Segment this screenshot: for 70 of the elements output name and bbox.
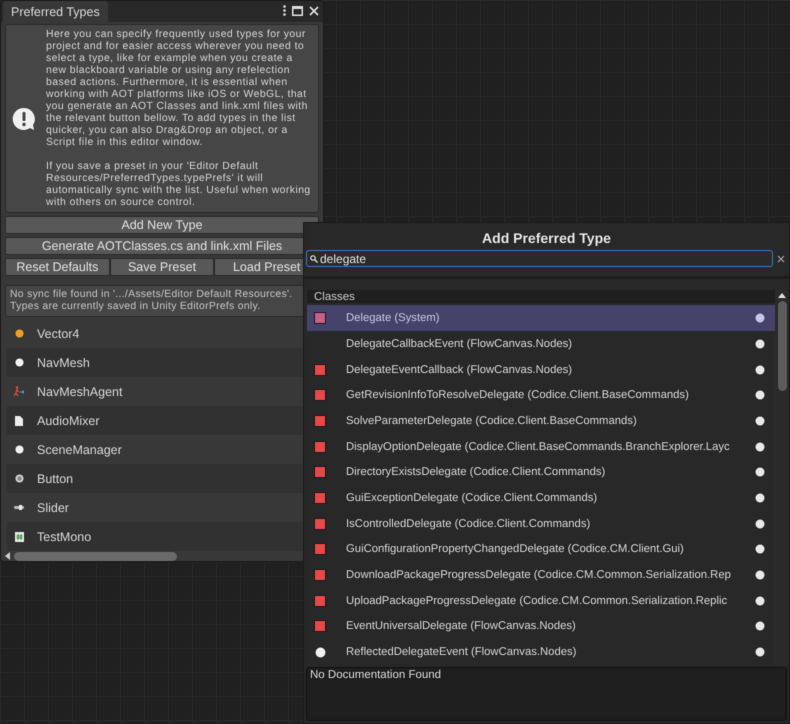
type-option[interactable]: Delegate (System) xyxy=(307,305,775,332)
type-row[interactable]: TestMono xyxy=(7,522,303,551)
dot-icon xyxy=(314,646,326,658)
type-row[interactable]: Button xyxy=(7,464,303,493)
type-row[interactable]: AudioMixer xyxy=(7,406,303,435)
help-text: If you save a preset in your 'Editor Default Resources/PreferredTypes.typePrefs' it will automatically sync with the list. Useful when working with others on source control. xyxy=(46,161,312,209)
type-option[interactable]: DelegateCallbackEvent (FlowCanvas.Nodes) xyxy=(307,331,775,357)
popup-title: Add Preferred Type xyxy=(481,229,612,248)
scrollbar-thumb[interactable] xyxy=(14,552,177,560)
type-option[interactable]: UploadPackageProgressDelegate (Codice.CM.Common.Serialization.Replic xyxy=(307,588,775,614)
type-option[interactable]: DownloadPackageProgressDelegate (Codice.CM.Common.Serialization.Rep xyxy=(307,562,775,588)
dot-icon xyxy=(755,493,765,504)
warning-icon xyxy=(12,107,36,131)
scroll-left-icon[interactable] xyxy=(5,552,10,560)
dot-icon xyxy=(755,621,765,632)
dot-icon xyxy=(755,596,765,606)
slider-icon xyxy=(14,505,24,510)
dot-icon xyxy=(755,390,765,400)
type-row[interactable]: NavMesh xyxy=(7,348,303,377)
type-name: Vector4 xyxy=(37,326,80,340)
dot-icon xyxy=(14,358,24,367)
type-name: Slider xyxy=(37,500,69,514)
figure-icon xyxy=(14,386,24,397)
close-icon[interactable] xyxy=(309,6,319,16)
dot-icon xyxy=(755,647,765,658)
dot-icon xyxy=(755,338,765,349)
maximize-icon[interactable] xyxy=(292,6,303,16)
type-name: NavMeshAgent xyxy=(37,384,122,398)
action-button[interactable]: Add New Type xyxy=(5,216,319,234)
search-icon xyxy=(310,254,318,262)
help-text: Here you can specify frequently used types for your project and for easier access wherever you need to select a type, like for example when you create a new blackboard variable or using any refelection based actions. Furthermore, it is essential when working with AOT platforms like iOS or WebGL, that you generate an AOT Classes and link.xml files with the relevant button bellow. To add types in the list quicker, you can also Drag&Drop an object, or a Script file in this editor window. xyxy=(46,29,309,149)
dot-icon xyxy=(14,329,24,338)
scroll-up-icon[interactable] xyxy=(778,293,786,298)
scrollbar-thumb[interactable] xyxy=(778,301,786,391)
type-option[interactable]: DisplayOptionDelegate (Codice.Client.BaseCommands.BranchExplorer.Layc xyxy=(307,434,775,460)
type-name: NavMesh xyxy=(37,356,90,370)
dot-icon xyxy=(755,570,765,580)
dot-icon xyxy=(755,518,765,529)
type-option[interactable]: GuiConfigurationPropertyChangedDelegate (Codice.CM.Client.Gui) xyxy=(307,536,775,562)
type-option[interactable]: SolveParameterDelegate (Codice.Client.BaseCommands) xyxy=(307,408,775,434)
section-header: Classes xyxy=(307,290,775,304)
dot-icon xyxy=(14,445,24,454)
clear-icon[interactable] xyxy=(777,254,785,262)
type-option[interactable]: ReflectedDelegateEvent (FlowCanvas.Nodes) xyxy=(307,639,775,665)
type-name: AudioMixer xyxy=(37,414,100,428)
type-name: TestMono xyxy=(37,530,92,544)
dot-icon xyxy=(755,442,765,452)
document-icon xyxy=(15,416,23,426)
type-option[interactable]: DelegateEventCallback (FlowCanvas.Nodes) xyxy=(307,356,775,382)
dot-icon xyxy=(755,416,765,426)
type-name: SceneManager xyxy=(37,442,122,456)
type-option[interactable]: GuiExceptionDelegate (Codice.Client.Commands) xyxy=(307,485,775,511)
search-input[interactable]: delegate xyxy=(320,252,769,266)
dot-icon xyxy=(755,544,765,554)
dot-icon xyxy=(755,313,765,324)
search-field[interactable]: delegate xyxy=(306,250,773,267)
script-icon xyxy=(14,532,24,542)
type-option[interactable]: IsControlledDelegate (Codice.Client.Commands) xyxy=(307,510,775,537)
action-button[interactable]: Reset Defaults xyxy=(5,258,110,276)
type-option[interactable]: EventUniversalDelegate (FlowCanvas.Nodes) xyxy=(307,614,775,640)
button-icon xyxy=(14,474,24,483)
documentation-text: No Documentation Found xyxy=(310,669,442,681)
more-icon[interactable] xyxy=(283,5,286,16)
type-option[interactable]: GetRevisionInfoToResolveDelegate (Codice.Client.BaseCommands) xyxy=(307,382,775,408)
window-tab[interactable]: Preferred Types xyxy=(3,1,108,22)
dot-icon xyxy=(755,467,765,478)
type-option[interactable]: DirectoryExistsDelegate (Codice.Client.Commands) xyxy=(307,460,775,486)
type-name: Button xyxy=(37,472,74,486)
action-button[interactable]: Save Preset xyxy=(110,258,214,276)
dot-icon xyxy=(755,364,765,375)
